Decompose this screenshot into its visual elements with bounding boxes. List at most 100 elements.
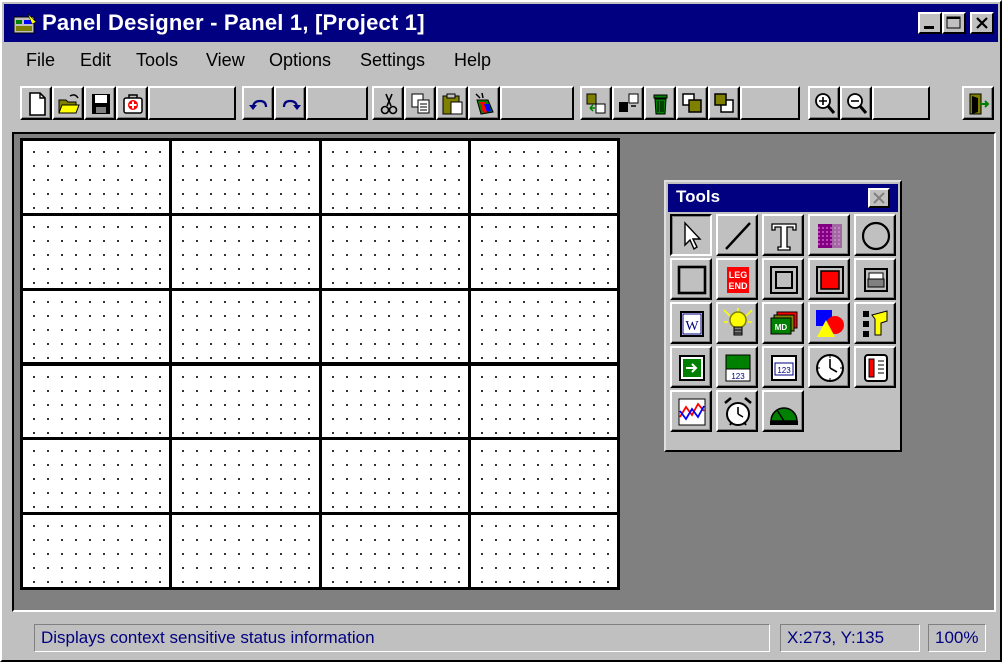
menu-options[interactable]: Options	[269, 50, 331, 71]
clock-tool[interactable]	[808, 346, 850, 388]
legend-tool[interactable]: LEG END	[716, 258, 758, 300]
tools-palette-titlebar[interactable]: Tools	[668, 184, 898, 212]
tools-palette-close-button[interactable]	[868, 188, 890, 208]
pattern-tool[interactable]	[808, 214, 850, 256]
w-control-tool[interactable]: W	[670, 302, 712, 344]
panel-cell[interactable]	[172, 440, 319, 513]
exit-button[interactable]	[962, 86, 994, 120]
copy-icon	[411, 93, 430, 114]
panel-cell[interactable]	[172, 515, 319, 587]
panel-cell[interactable]	[470, 515, 617, 587]
panel-cell[interactable]	[23, 365, 170, 438]
menu-edit[interactable]: Edit	[80, 50, 111, 71]
panel-cell[interactable]	[23, 215, 170, 288]
printer-icon	[864, 268, 888, 292]
status-coordinates: X:273, Y:135	[780, 624, 920, 652]
shapes-tool[interactable]	[808, 302, 850, 344]
panel-cell[interactable]	[23, 141, 170, 213]
panel-cell[interactable]	[172, 141, 319, 213]
menu-view[interactable]: View	[206, 50, 245, 71]
numeric-bar-tool[interactable]: 123	[716, 346, 758, 388]
pattern-icon	[818, 224, 842, 248]
open-button[interactable]	[52, 86, 84, 120]
panel-cell[interactable]	[470, 215, 617, 288]
status-message: Displays context sensitive status inform…	[34, 624, 770, 652]
gauge-icon	[770, 407, 798, 425]
printer-tool[interactable]	[854, 258, 896, 300]
first-aid-button[interactable]	[116, 86, 148, 120]
design-workspace[interactable]: Tools LEG END W MD 123 123	[12, 132, 996, 612]
circle-tool[interactable]	[854, 214, 896, 256]
save-button[interactable]	[84, 86, 116, 120]
panel-cell[interactable]	[321, 290, 468, 363]
md-display-tool[interactable]: MD	[762, 302, 804, 344]
panel-cell[interactable]	[172, 215, 319, 288]
panel-cell[interactable]	[321, 440, 468, 513]
panel-cell[interactable]	[23, 440, 170, 513]
zoom-in-button[interactable]	[808, 86, 840, 120]
zoom-out-button[interactable]	[840, 86, 872, 120]
redo-button[interactable]	[274, 86, 306, 120]
save-icon	[92, 94, 110, 114]
new-button[interactable]	[20, 86, 52, 120]
rectangle-tool[interactable]	[670, 258, 712, 300]
toolbar	[4, 82, 998, 126]
panel-cell[interactable]	[172, 290, 319, 363]
gauge-tool[interactable]	[762, 390, 804, 432]
panel-cell[interactable]	[470, 365, 617, 438]
meter-icon	[864, 354, 888, 382]
text-tool[interactable]	[762, 214, 804, 256]
frame-tool[interactable]	[762, 258, 804, 300]
alarm-clock-tool[interactable]	[716, 390, 758, 432]
design-panel[interactable]	[20, 138, 620, 590]
window-title: Panel Designer - Panel 1, [Project 1]	[42, 10, 425, 35]
alarm-clock-icon	[724, 397, 752, 426]
close-button[interactable]	[970, 12, 994, 34]
panel-cell[interactable]	[470, 141, 617, 213]
panel-cell[interactable]	[321, 141, 468, 213]
panel-cell[interactable]	[172, 365, 319, 438]
numeric-display-tool[interactable]: 123	[762, 346, 804, 388]
paint-button[interactable]	[468, 86, 500, 120]
lightbulb-tool[interactable]	[716, 302, 758, 344]
copy-button[interactable]	[404, 86, 436, 120]
panel-cell[interactable]	[23, 515, 170, 587]
menu-bar: File Edit Tools View Options Settings He…	[4, 44, 998, 80]
filled-rectangle-tool[interactable]	[808, 258, 850, 300]
delete-button[interactable]	[644, 86, 676, 120]
tools-palette[interactable]: Tools LEG END W MD 123 123	[664, 180, 902, 452]
undo-button[interactable]	[242, 86, 274, 120]
w-control-text: W	[685, 319, 699, 334]
numeric-bar-icon: 123	[725, 354, 751, 382]
panel-cell[interactable]	[321, 215, 468, 288]
bring-front-button[interactable]	[676, 86, 708, 120]
line-tool[interactable]	[716, 214, 758, 256]
menu-file[interactable]: File	[26, 50, 55, 71]
align-left-button[interactable]	[580, 86, 612, 120]
menu-help[interactable]: Help	[454, 50, 491, 71]
clock-icon	[816, 354, 844, 382]
panel-cell[interactable]	[23, 290, 170, 363]
cut-button[interactable]	[372, 86, 404, 120]
menu-settings[interactable]: Settings	[360, 50, 425, 71]
switch-tool[interactable]	[854, 302, 896, 344]
delete-icon	[653, 94, 668, 115]
trend-chart-tool[interactable]	[670, 390, 712, 432]
panel-cell[interactable]	[470, 440, 617, 513]
minimize-button[interactable]	[918, 12, 942, 34]
panel-cell[interactable]	[470, 290, 617, 363]
lightbulb-icon	[723, 308, 753, 336]
send-back-button[interactable]	[708, 86, 740, 120]
maximize-button[interactable]	[942, 12, 966, 34]
panel-cell[interactable]	[321, 515, 468, 587]
meter-tool[interactable]	[854, 346, 896, 388]
paste-button[interactable]	[436, 86, 468, 120]
panel-cell[interactable]	[321, 365, 468, 438]
toolbar-spacer	[740, 86, 800, 120]
arrow-button-tool[interactable]	[670, 346, 712, 388]
pointer-tool[interactable]	[670, 214, 712, 256]
align-right-button[interactable]	[612, 86, 644, 120]
title-bar[interactable]: Panel Designer - Panel 1, [Project 1]	[4, 4, 998, 42]
bring-front-icon	[682, 93, 702, 113]
menu-tools[interactable]: Tools	[136, 50, 178, 71]
